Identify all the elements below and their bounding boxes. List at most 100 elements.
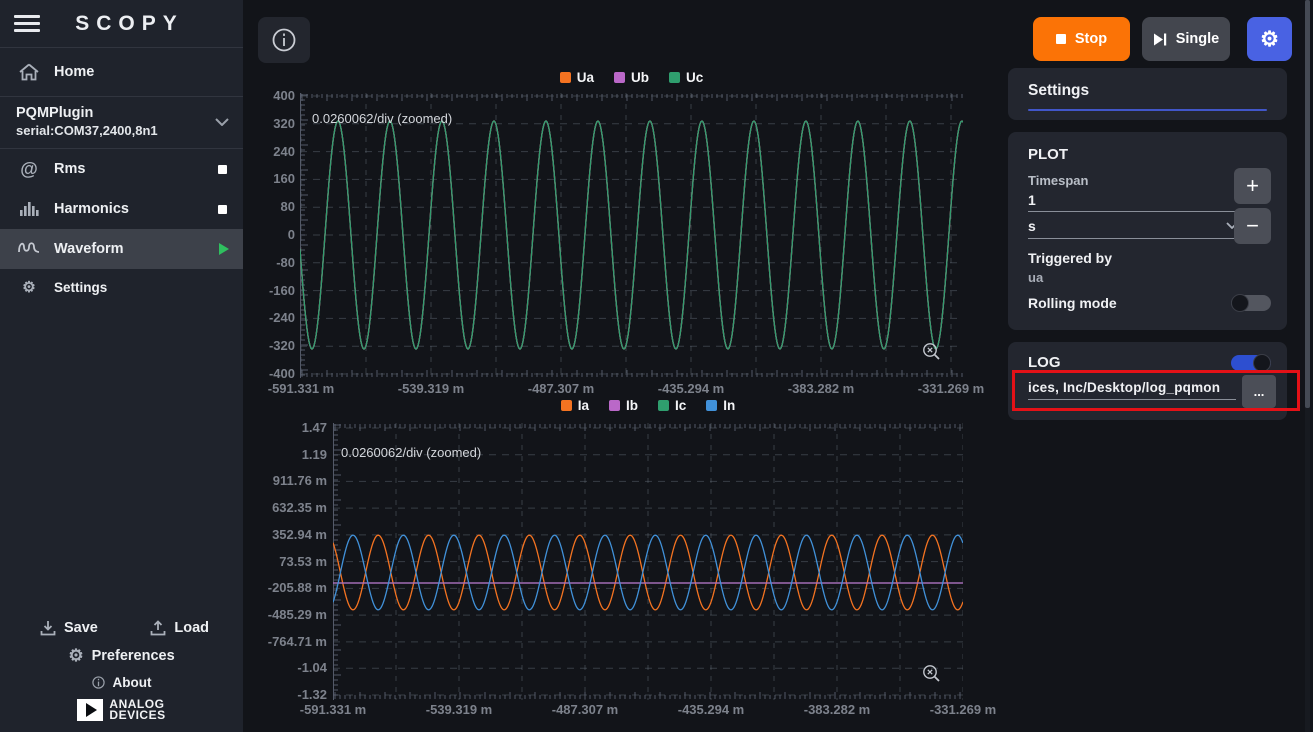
stop-indicator-icon[interactable] <box>218 205 227 214</box>
x-tick-label: -539.319 m <box>426 702 493 717</box>
log-toggle[interactable] <box>1231 355 1271 371</box>
grid-layer <box>333 423 963 700</box>
sidebar-item-rms[interactable]: @ Rms <box>0 149 243 189</box>
timespan-input[interactable]: 1 <box>1028 188 1240 212</box>
current-y-axis: 1.471.19911.76 m632.35 m352.94 m73.53 m-… <box>243 423 327 700</box>
scale-annotation: 0.0260062/div (zoomed) <box>312 111 452 126</box>
scrollbar-thumb[interactable] <box>1305 0 1310 408</box>
voltage-plot[interactable]: 0.0260062/div (zoomed) <box>300 93 963 378</box>
menu-icon[interactable] <box>14 11 40 36</box>
triggered-by-value: ua <box>1028 270 1287 285</box>
legend-swatch <box>614 72 625 83</box>
single-icon <box>1153 33 1167 46</box>
legend-label: Ic <box>675 398 686 413</box>
single-label: Single <box>1176 31 1220 47</box>
current-plot[interactable]: 0.0260062/div (zoomed) <box>333 423 963 700</box>
sidebar-item-label: Harmonics <box>54 201 129 217</box>
sidebar-item-waveform[interactable]: Waveform <box>0 229 243 269</box>
y-tick-label: 1.47 <box>243 420 327 435</box>
y-tick-label: 0 <box>243 227 295 242</box>
legend-item-Ib[interactable]: Ib <box>609 398 638 413</box>
about-button[interactable]: About <box>92 675 152 690</box>
sidebar: SCOPY Home PQMPlugin serial:COM37,2400,8… <box>0 0 243 732</box>
legend-swatch <box>561 400 572 411</box>
info-button[interactable] <box>258 17 310 63</box>
settings-panel-title: Settings <box>1028 82 1267 100</box>
info-icon <box>271 27 297 53</box>
legend-swatch <box>560 72 571 83</box>
y-tick-label: -320 <box>243 338 295 353</box>
plugin-serial: serial:COM37,2400,8n1 <box>16 123 227 138</box>
timespan-increment-button[interactable]: + <box>1234 168 1271 204</box>
y-tick-label: -160 <box>243 283 295 298</box>
x-tick-label: -331.269 m <box>918 381 985 396</box>
load-label: Load <box>174 620 209 636</box>
stop-icon <box>1056 34 1066 44</box>
legend-swatch <box>669 72 680 83</box>
y-tick-label: -1.04 <box>243 660 327 675</box>
stop-label: Stop <box>1075 31 1107 47</box>
y-tick-label: -485.29 m <box>243 607 327 622</box>
timespan-unit-value: s <box>1028 218 1036 234</box>
main-content: Stop Single ⚙ Settings PLOT Timespan 1 s… <box>243 0 1313 732</box>
rolling-mode-toggle[interactable] <box>1231 295 1271 311</box>
x-tick-label: -435.294 m <box>678 702 745 717</box>
single-button[interactable]: Single <box>1142 17 1230 61</box>
legend-swatch <box>609 400 620 411</box>
stop-button[interactable]: Stop <box>1033 17 1130 61</box>
current-legend: Ia Ib Ic In <box>333 398 963 413</box>
sidebar-header: SCOPY <box>0 0 243 47</box>
x-tick-label: -383.282 m <box>804 702 871 717</box>
running-indicator-icon[interactable] <box>219 243 229 255</box>
sidebar-item-home[interactable]: Home <box>0 48 243 96</box>
legend-item-In[interactable]: In <box>706 398 735 413</box>
y-tick-label: 632.35 m <box>243 500 327 515</box>
chevron-down-icon[interactable] <box>215 113 229 131</box>
sidebar-item-label: Settings <box>54 280 107 295</box>
plot-section-heading: PLOT <box>1028 146 1287 163</box>
legend-label: Ub <box>631 70 649 85</box>
legend-label: Ua <box>577 70 594 85</box>
legend-item-Ua[interactable]: Ua <box>560 70 594 85</box>
timespan-unit-select[interactable]: s <box>1028 212 1240 239</box>
save-button[interactable]: Save <box>40 620 98 636</box>
log-settings-card: LOG ices, Inc/Desktop/log_pqmon ... <box>1008 342 1287 420</box>
y-tick-label: -1.32 <box>243 687 327 702</box>
y-tick-label: -400 <box>243 366 295 381</box>
legend-item-Uc[interactable]: Uc <box>669 70 703 85</box>
x-tick-label: -435.294 m <box>658 381 725 396</box>
sidebar-item-label: Home <box>54 64 94 80</box>
triggered-by-label: Triggered by <box>1028 250 1287 266</box>
zoom-reset-icon[interactable] <box>922 664 941 688</box>
timespan-decrement-button[interactable]: − <box>1234 208 1271 244</box>
brand-line2: DEVICES <box>109 710 165 721</box>
scrollbar-track[interactable] <box>1305 0 1310 732</box>
settings-gear-button[interactable]: ⚙ <box>1247 17 1292 61</box>
rolling-mode-label: Rolling mode <box>1028 295 1117 311</box>
app-logo: SCOPY <box>40 12 229 36</box>
y-tick-label: 400 <box>243 88 295 103</box>
sidebar-item-harmonics[interactable]: Harmonics <box>0 189 243 229</box>
save-label: Save <box>64 620 98 636</box>
sidebar-item-label: Rms <box>54 161 85 177</box>
sidebar-item-settings[interactable]: ⚙ Settings <box>0 269 243 305</box>
legend-label: Uc <box>686 70 703 85</box>
home-icon <box>16 63 42 81</box>
log-path-input[interactable]: ices, Inc/Desktop/log_pqmon <box>1028 380 1236 400</box>
legend-item-Ia[interactable]: Ia <box>561 398 589 413</box>
settings-panel-header: Settings <box>1008 68 1287 120</box>
zoom-reset-icon[interactable] <box>922 342 941 366</box>
sidebar-item-pqmplugin[interactable]: PQMPlugin serial:COM37,2400,8n1 <box>0 97 243 148</box>
legend-item-Ic[interactable]: Ic <box>658 398 686 413</box>
legend-item-Ub[interactable]: Ub <box>614 70 649 85</box>
y-tick-label: 911.76 m <box>243 473 327 488</box>
voltage-chart-canvas[interactable] <box>300 93 963 378</box>
preferences-button[interactable]: ⚙ Preferences <box>68 646 174 666</box>
load-button[interactable]: Load <box>150 620 209 636</box>
stop-indicator-icon[interactable] <box>218 165 227 174</box>
browse-button[interactable]: ... <box>1242 375 1276 408</box>
about-label: About <box>113 675 152 690</box>
legend-swatch <box>706 400 717 411</box>
x-tick-label: -331.269 m <box>930 702 997 717</box>
current-chart-canvas[interactable] <box>333 423 963 700</box>
